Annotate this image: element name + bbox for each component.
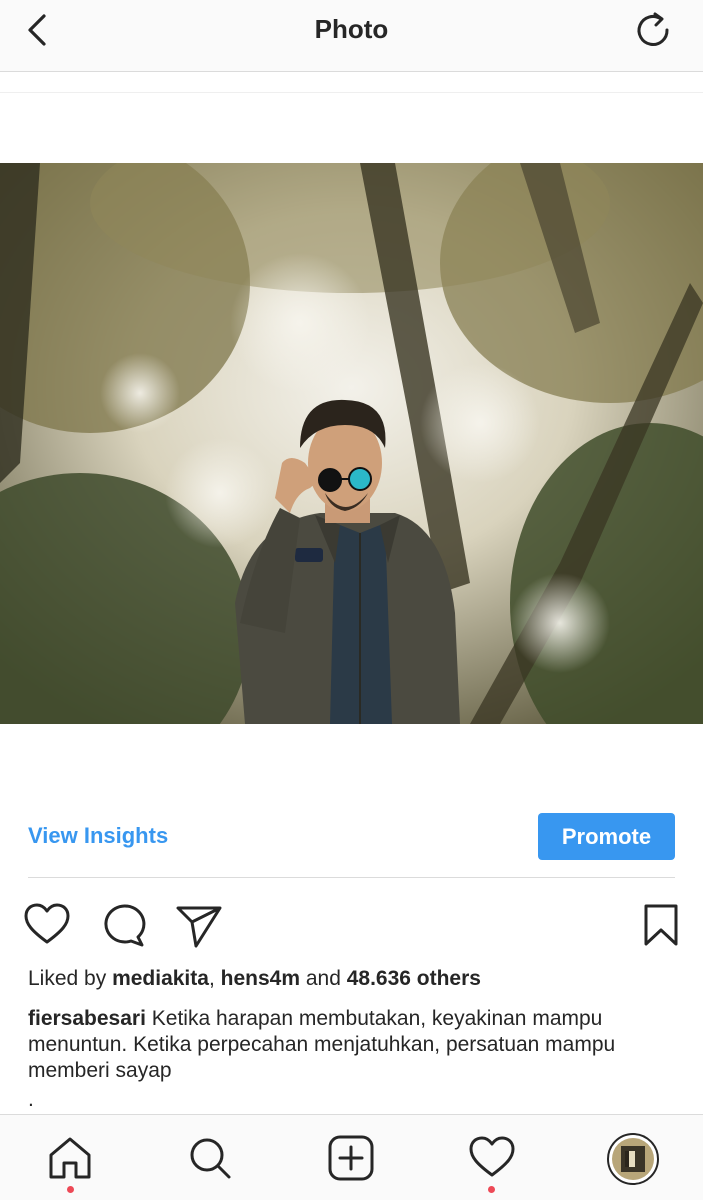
activity-notification-dot bbox=[488, 1186, 495, 1193]
bookmark-icon[interactable] bbox=[638, 900, 688, 950]
activity-heart-icon[interactable] bbox=[467, 1133, 517, 1183]
likes-and: and bbox=[300, 967, 347, 990]
likes-separator: , bbox=[208, 967, 221, 990]
insights-divider bbox=[28, 877, 675, 878]
caption-more-dot: . bbox=[28, 1088, 34, 1111]
bottom-tab-bar bbox=[0, 1114, 703, 1200]
page-title: Photo bbox=[314, 14, 389, 44]
search-icon[interactable] bbox=[185, 1133, 235, 1183]
promote-button[interactable]: Promote bbox=[538, 813, 675, 860]
refresh-icon[interactable] bbox=[631, 8, 675, 52]
view-insights-link[interactable]: View Insights bbox=[28, 823, 168, 849]
likes-count[interactable]: 48.636 others bbox=[347, 967, 481, 990]
home-icon[interactable] bbox=[45, 1133, 95, 1183]
comment-icon[interactable] bbox=[98, 900, 148, 950]
likes-prefix: Liked by bbox=[28, 967, 113, 990]
home-notification-dot bbox=[67, 1186, 74, 1193]
send-icon[interactable] bbox=[174, 900, 224, 950]
heart-icon[interactable] bbox=[22, 900, 72, 950]
insights-row: View Insights Promote bbox=[28, 813, 675, 860]
profile-avatar[interactable] bbox=[607, 1133, 659, 1185]
avatar-image bbox=[612, 1138, 654, 1180]
post-actions bbox=[0, 896, 703, 952]
top-navigation-bar: Photo bbox=[0, 0, 703, 72]
header-divider bbox=[0, 92, 703, 93]
add-post-icon[interactable] bbox=[326, 1133, 376, 1183]
likes-summary: Liked by mediakita, hens4m and 48.636 ot… bbox=[28, 967, 481, 991]
post-caption: fiersabesari Ketika harapan membutakan, … bbox=[28, 1006, 678, 1084]
liker-username[interactable]: mediakita bbox=[112, 967, 209, 990]
caption-username[interactable]: fiersabesari bbox=[28, 1007, 146, 1030]
post-photo[interactable] bbox=[0, 163, 703, 724]
liker-username[interactable]: hens4m bbox=[221, 967, 300, 990]
